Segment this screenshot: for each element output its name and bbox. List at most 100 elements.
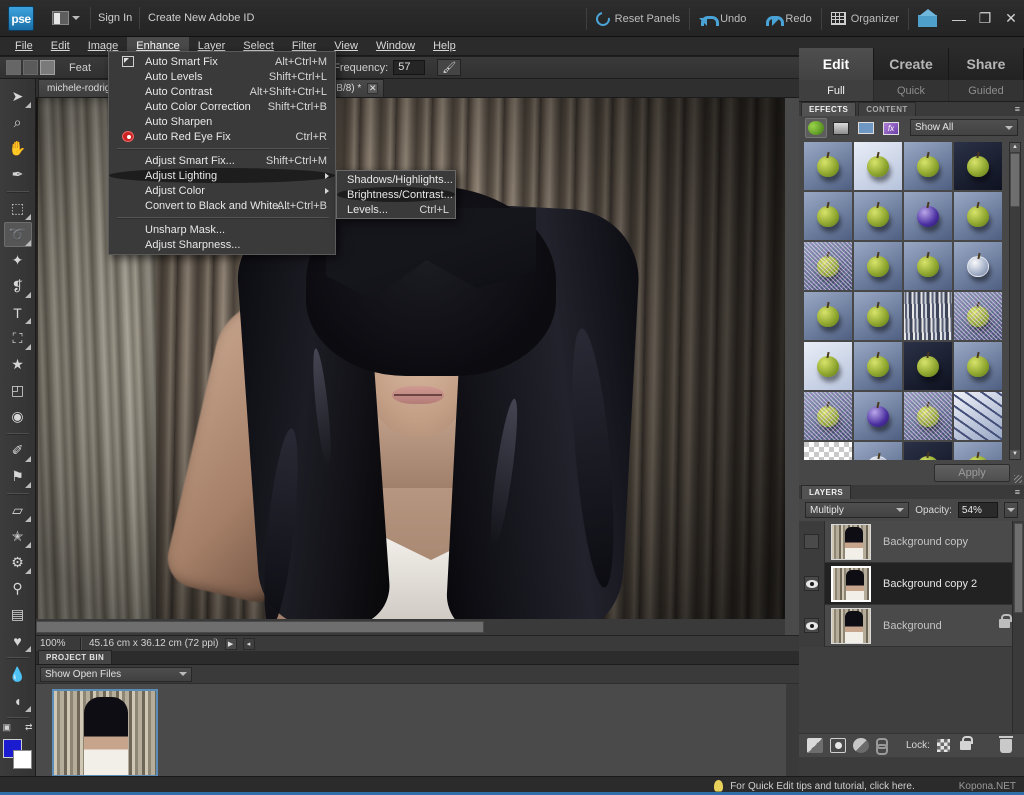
layer-thumbnail[interactable]: [831, 607, 871, 644]
fx-button[interactable]: fx: [880, 118, 902, 138]
layer-styles-button[interactable]: [830, 118, 852, 138]
effects-thumbnail-grid[interactable]: [804, 142, 1007, 460]
menu-item-shadows-highlights[interactable]: Shadows/Highlights...: [337, 172, 455, 187]
restore-button[interactable]: ❐: [972, 0, 998, 37]
red-eye-removal-tool[interactable]: ◉: [4, 404, 32, 429]
effects-scrollbar[interactable]: ▲ ▼: [1009, 142, 1021, 460]
eyedropper-tool[interactable]: ✒: [4, 162, 32, 187]
crop-tool[interactable]: ⛶: [4, 326, 32, 351]
menu-item-convert-to-black-and-white[interactable]: Convert to Black and White... Alt+Ctrl+B: [109, 198, 335, 213]
effect-thumbnail[interactable]: [954, 142, 1002, 190]
new-adjustment-layer-button[interactable]: [830, 738, 846, 753]
scroll-down-arrow[interactable]: ▼: [1010, 450, 1020, 459]
effect-thumbnail[interactable]: [904, 342, 952, 390]
scrollbar-thumb[interactable]: [1014, 523, 1023, 613]
brush-icon[interactable]: 🖌: [437, 59, 462, 76]
layer-visibility-cell[interactable]: [799, 521, 825, 563]
tab-content[interactable]: CONTENT: [858, 102, 916, 116]
add-to-selection-icon[interactable]: [23, 60, 38, 75]
effect-thumbnail[interactable]: [804, 292, 852, 340]
default-colors-icon[interactable]: ▣: [3, 722, 12, 733]
canvas-horizontal-scrollbar[interactable]: [36, 619, 785, 635]
effect-thumbnail[interactable]: [954, 292, 1002, 340]
tab-layers[interactable]: LAYERS: [801, 485, 852, 499]
close-button[interactable]: ✕: [998, 0, 1024, 37]
quick-selection-tool[interactable]: ❡: [4, 274, 32, 299]
layer-thumbnail[interactable]: [831, 565, 871, 602]
effect-thumbnail[interactable]: [804, 442, 852, 460]
visibility-toggle[interactable]: [804, 576, 819, 591]
magic-wand-tool[interactable]: ✦: [4, 248, 32, 273]
link-layers-button[interactable]: [876, 738, 888, 755]
rectangular-marquee-tool[interactable]: ⬚: [4, 196, 32, 221]
visibility-toggle[interactable]: [804, 534, 819, 549]
apply-button[interactable]: Apply: [934, 464, 1010, 482]
tab-quick[interactable]: Quick: [874, 80, 949, 101]
project-bin-thumbnail[interactable]: [52, 689, 158, 777]
type-tool[interactable]: T: [4, 300, 32, 325]
layer-name[interactable]: Background copy 2: [883, 578, 977, 590]
adjust-lighting-submenu[interactable]: Shadows/Highlights... Brightness/Contras…: [336, 170, 456, 219]
tab-full[interactable]: Full: [799, 80, 874, 101]
effect-thumbnail[interactable]: [854, 242, 902, 290]
redo-button[interactable]: Redo: [755, 0, 820, 37]
layer-name[interactable]: Background: [883, 620, 942, 632]
effect-thumbnail[interactable]: [804, 342, 852, 390]
move-tool[interactable]: ➤: [4, 84, 32, 109]
sign-in-link[interactable]: Sign In: [98, 12, 132, 24]
smart-brush-tool[interactable]: ⚙: [4, 550, 32, 575]
menu-item-adjust-lighting[interactable]: Adjust Lighting: [109, 168, 335, 183]
scroll-up-arrow[interactable]: ▲: [1010, 143, 1020, 152]
organizer-button[interactable]: Organizer: [822, 0, 908, 37]
photo-effects-button[interactable]: [855, 118, 877, 138]
effect-thumbnail[interactable]: [904, 442, 952, 460]
effects-filter-select[interactable]: Show All: [910, 119, 1018, 136]
gradient-tool[interactable]: ▤: [4, 602, 32, 627]
project-bin-tab[interactable]: PROJECT BIN: [38, 650, 113, 664]
enhance-menu-dropdown[interactable]: Auto Smart Fix Alt+Ctrl+M Auto Levels Sh…: [108, 51, 336, 255]
paint-bucket-tool[interactable]: ⚲: [4, 576, 32, 601]
status-info-arrow[interactable]: ◂: [242, 637, 255, 650]
menu-item-auto-color-correction[interactable]: Auto Color Correction Shift+Ctrl+B: [109, 99, 335, 114]
effect-thumbnail[interactable]: [904, 142, 952, 190]
tab-share[interactable]: Share: [949, 48, 1024, 80]
menu-item-unsharp-mask[interactable]: Unsharp Mask...: [109, 222, 335, 237]
tab-guided[interactable]: Guided: [949, 80, 1024, 101]
effect-thumbnail[interactable]: [804, 392, 852, 440]
effect-thumbnail[interactable]: [904, 242, 952, 290]
table-row[interactable]: Background copy 2: [799, 562, 1024, 605]
layer-name[interactable]: Background copy: [883, 536, 968, 548]
visibility-toggle[interactable]: [804, 618, 819, 633]
sponge-tool[interactable]: ◖: [4, 688, 32, 713]
effect-thumbnail[interactable]: [854, 142, 902, 190]
clone-stamp-tool[interactable]: ⚑: [4, 464, 32, 489]
effect-thumbnail[interactable]: [804, 242, 852, 290]
menu-edit[interactable]: Edit: [42, 37, 79, 56]
effect-thumbnail[interactable]: [954, 192, 1002, 240]
new-layer-button[interactable]: [807, 738, 823, 753]
filters-button[interactable]: [805, 118, 827, 138]
close-icon[interactable]: ✕: [367, 83, 379, 94]
zoom-tool[interactable]: ⌕: [4, 110, 32, 135]
blur-tool[interactable]: 💧: [4, 662, 32, 687]
layers-panel-menu-icon[interactable]: ≡: [1015, 487, 1020, 497]
project-bin-filter-select[interactable]: Show Open Files: [40, 666, 192, 682]
subtract-from-selection-icon[interactable]: [40, 60, 55, 75]
status-expand-arrow[interactable]: ▶: [224, 637, 237, 650]
shape-tool[interactable]: ♥: [4, 628, 32, 653]
scrollbar-thumb[interactable]: [1010, 153, 1020, 207]
effect-thumbnail[interactable]: [854, 342, 902, 390]
layer-visibility-cell[interactable]: [799, 604, 825, 647]
menu-item-adjust-color[interactable]: Adjust Color: [109, 183, 335, 198]
menu-help[interactable]: Help: [424, 37, 465, 56]
blend-mode-select[interactable]: Multiply: [805, 502, 910, 518]
hand-tool[interactable]: ✋: [4, 136, 32, 161]
lock-transparency-button[interactable]: [936, 739, 950, 752]
effect-thumbnail[interactable]: [954, 442, 1002, 460]
layer-mask-button[interactable]: [853, 738, 869, 753]
effects-panel-menu-icon[interactable]: ≡: [1015, 104, 1020, 114]
tab-edit[interactable]: Edit: [799, 48, 874, 80]
create-adobe-id-link[interactable]: Create New Adobe ID: [148, 12, 254, 24]
effect-thumbnail[interactable]: [854, 192, 902, 240]
layer-visibility-cell[interactable]: [799, 562, 825, 605]
